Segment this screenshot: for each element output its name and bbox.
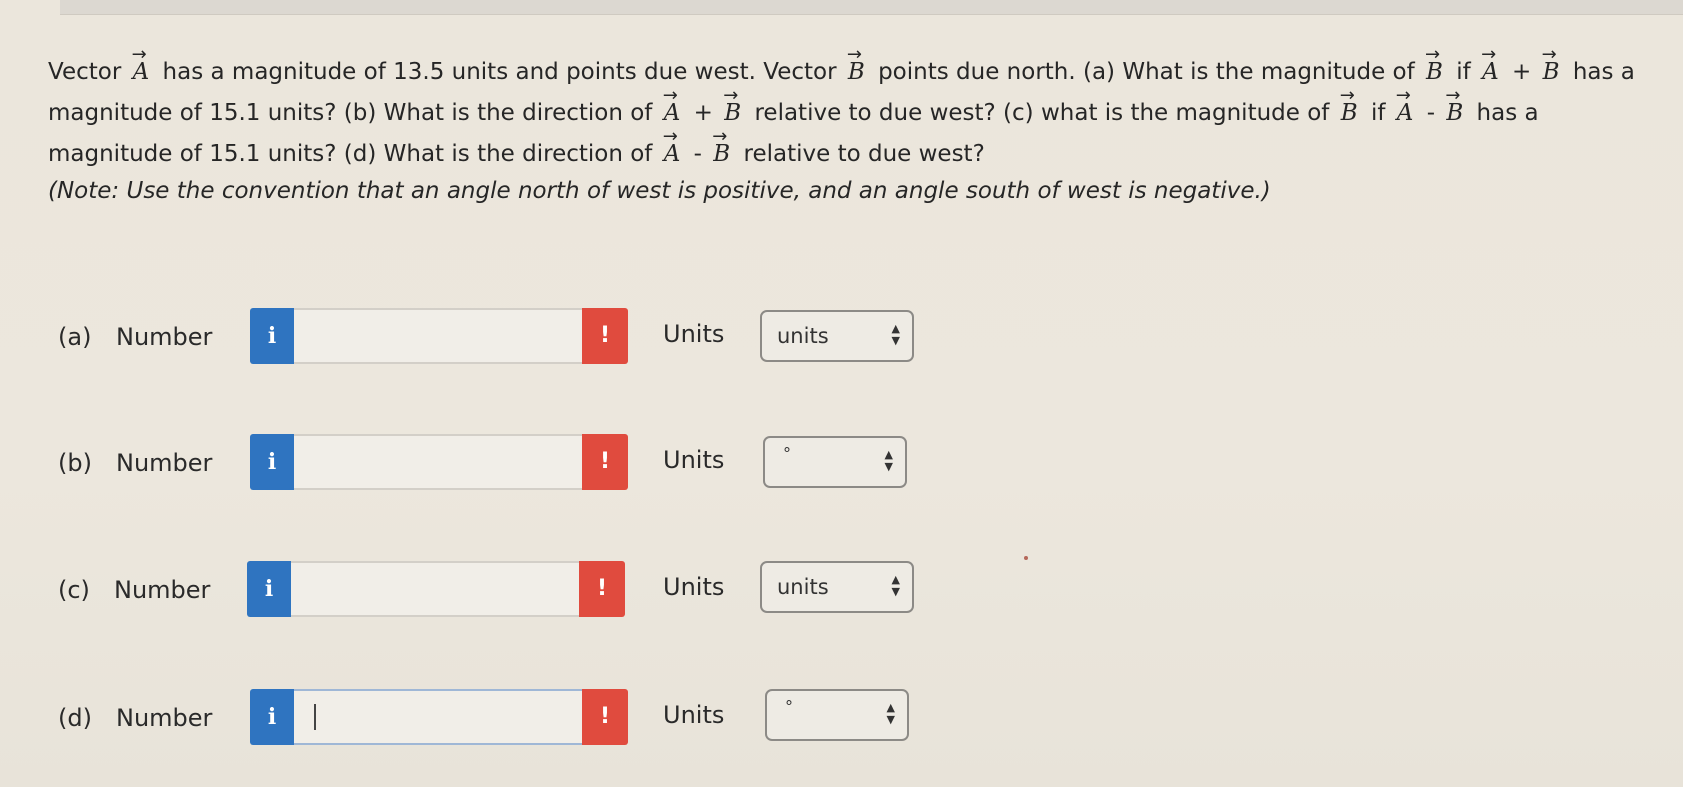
info-icon: i [267, 323, 277, 349]
question-text-segment: magnitude of 15.1 units? (b) What is the… [48, 100, 653, 126]
up-down-arrows-icon: ▲ ▼ [891, 573, 900, 598]
question-line-3: magnitude of 15.1 units? (d) What is the… [48, 118, 1648, 173]
units-select-value: ° [785, 697, 793, 716]
units-label: Units [663, 573, 725, 601]
vector-a-symbol: A [663, 118, 681, 173]
number-label: Number [116, 323, 213, 351]
warning-button[interactable]: ! [579, 561, 625, 617]
question-text-segment: if [1370, 100, 1386, 126]
vector-a-symbol: A [132, 36, 150, 91]
info-icon: i [264, 576, 274, 602]
vector-b-symbol: B [1425, 36, 1443, 91]
question-text-segment: has a [1476, 100, 1539, 126]
vector-a-symbol: A [1396, 77, 1414, 132]
number-input-c[interactable] [291, 561, 579, 617]
up-down-arrows-icon: ▲ ▼ [884, 448, 893, 473]
vector-b-symbol: B [1340, 77, 1358, 132]
question-text-segment: magnitude of 15.1 units? (d) What is the… [48, 141, 653, 167]
vector-a-symbol: A [1481, 36, 1499, 91]
question-text-segment: has a [1572, 59, 1635, 85]
part-label: (a) [58, 323, 92, 351]
warning-button[interactable]: ! [582, 308, 628, 364]
exclamation-icon: ! [599, 704, 611, 729]
info-button[interactable]: i [250, 689, 294, 745]
plus-operator: + [693, 100, 713, 126]
units-label: Units [663, 701, 725, 729]
units-select-value: units [777, 575, 829, 599]
info-icon: i [267, 449, 277, 475]
units-select-b[interactable]: ° ▲ ▼ [763, 436, 907, 488]
answer-row-a: (a) Number i ! Units units ▲ ▼ [0, 308, 1000, 368]
units-label: Units [663, 320, 725, 348]
vector-b-symbol: B [712, 118, 730, 173]
number-label: Number [116, 704, 213, 732]
vector-b-symbol: B [847, 36, 865, 91]
number-input-d[interactable] [294, 689, 582, 745]
part-label: (c) [58, 576, 90, 604]
info-button[interactable]: i [247, 561, 291, 617]
info-icon: i [267, 704, 277, 730]
warning-button[interactable]: ! [582, 434, 628, 490]
vector-b-symbol: B [1542, 36, 1560, 91]
units-select-a[interactable]: units ▲ ▼ [760, 310, 914, 362]
plus-operator: + [1512, 59, 1532, 85]
question-text-segment: Vector [48, 59, 122, 85]
question-text-segment: points due north. (a) What is the magnit… [878, 59, 1415, 85]
vector-b-symbol: B [1445, 77, 1463, 132]
question-text-segment: relative to due west? [743, 141, 985, 167]
exclamation-icon: ! [596, 576, 608, 601]
question-text-segment: relative to due west? (c) what is the ma… [754, 100, 1330, 126]
answer-row-d: (d) Number i ! Units ° ▲ ▼ [0, 689, 1000, 749]
question-line-2: magnitude of 15.1 units? (b) What is the… [48, 77, 1648, 132]
question-text: Vector A has a magnitude of 13.5 units a… [48, 36, 1648, 210]
units-select-value: units [777, 324, 829, 348]
part-label: (d) [58, 704, 92, 732]
info-button[interactable]: i [250, 434, 294, 490]
answer-row-b: (b) Number i ! Units ° ▲ ▼ [0, 434, 1000, 494]
units-select-c[interactable]: units ▲ ▼ [760, 561, 914, 613]
info-button[interactable]: i [250, 308, 294, 364]
units-select-d[interactable]: ° ▲ ▼ [765, 689, 909, 741]
exclamation-icon: ! [599, 449, 611, 474]
number-label: Number [116, 449, 213, 477]
top-bar [60, 0, 1683, 15]
screen-speck [1024, 556, 1028, 560]
minus-operator: - [693, 141, 702, 167]
number-label: Number [114, 576, 211, 604]
minus-operator: - [1426, 100, 1435, 126]
up-down-arrows-icon: ▲ ▼ [891, 322, 900, 347]
units-select-value: ° [783, 444, 791, 463]
number-input-b[interactable] [294, 434, 582, 490]
warning-button[interactable]: ! [582, 689, 628, 745]
text-cursor [314, 704, 316, 730]
units-label: Units [663, 446, 725, 474]
part-label: (b) [58, 449, 92, 477]
question-note: (Note: Use the convention that an angle … [48, 178, 1271, 204]
number-input-a[interactable] [294, 308, 582, 364]
answer-row-c: (c) Number i ! Units units ▲ ▼ [0, 561, 1000, 621]
up-down-arrows-icon: ▲ ▼ [886, 701, 895, 726]
exclamation-icon: ! [599, 323, 611, 348]
